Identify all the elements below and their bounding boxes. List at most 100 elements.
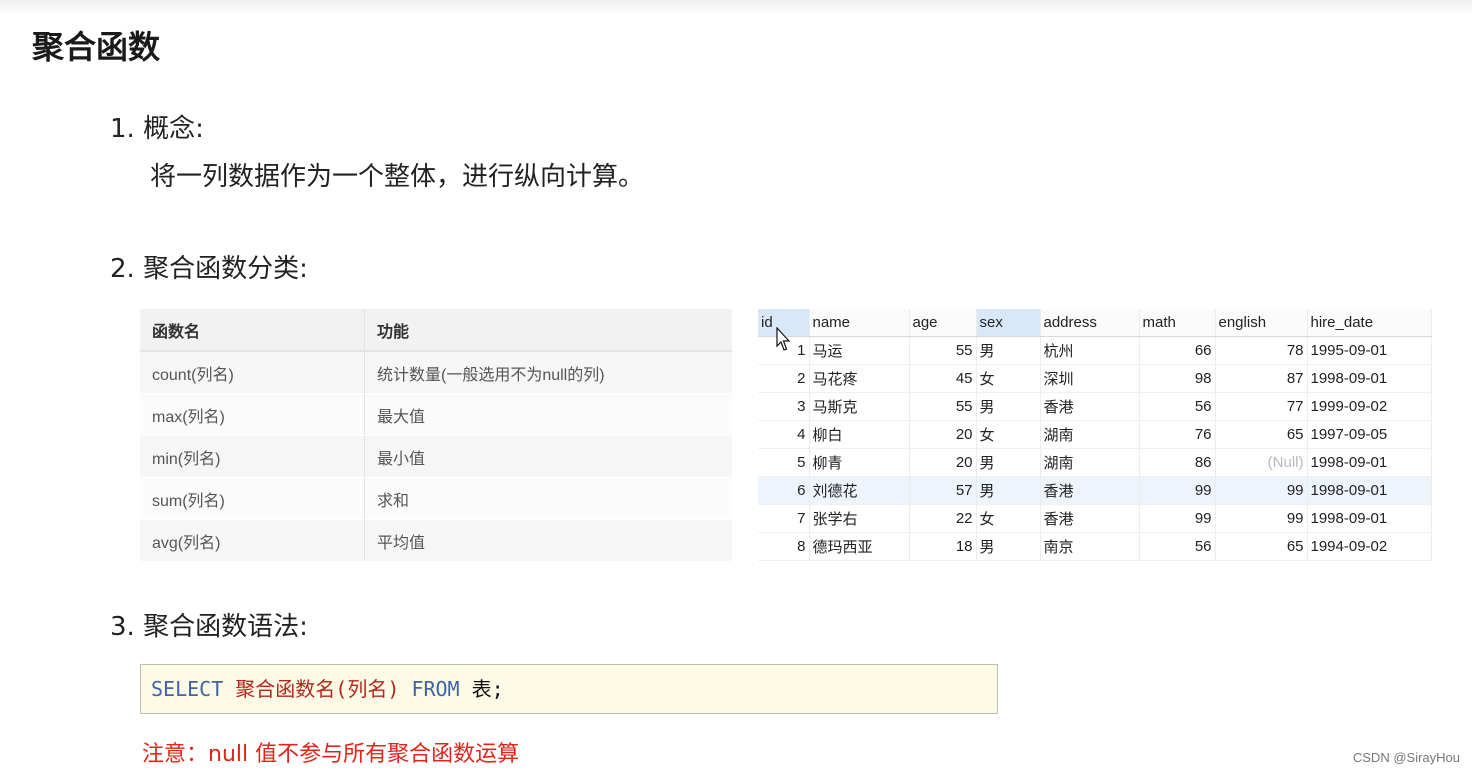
function-purpose-cell: 最小值	[364, 435, 732, 478]
cell-sex[interactable]: 男	[976, 532, 1041, 561]
function-name-cell: sum(列名)	[140, 477, 365, 520]
cell-math[interactable]: 99	[1139, 476, 1216, 505]
cell-age[interactable]: 20	[909, 420, 977, 449]
cell-hire-date[interactable]: 1995-09-01	[1307, 336, 1432, 365]
cell-id[interactable]: 3	[758, 392, 810, 421]
function-name-cell: max(列名)	[140, 393, 365, 436]
grid-row[interactable]: 4 柳白 20 女 湖南 76 65 1997-09-05	[758, 420, 1432, 449]
cell-english[interactable]: 77	[1215, 392, 1308, 421]
column-header-age[interactable]: age	[909, 309, 977, 337]
grid-row[interactable]: 1 马运 55 男 杭州 66 78 1995-09-01	[758, 336, 1432, 365]
function-table-header: 函数名 功能	[140, 309, 732, 352]
cell-name[interactable]: 马斯克	[809, 392, 910, 421]
sql-keyword-from: FROM	[411, 677, 460, 701]
cell-hire-date[interactable]: 1998-09-01	[1307, 504, 1432, 533]
cell-hire-date[interactable]: 1994-09-02	[1307, 532, 1432, 561]
cell-id[interactable]: 7	[758, 504, 810, 533]
cell-id[interactable]: 2	[758, 364, 810, 393]
grid-header-row: id name age sex address math english hir…	[758, 309, 1432, 337]
cell-sex[interactable]: 男	[976, 476, 1041, 505]
column-header-english[interactable]: english	[1215, 309, 1308, 337]
column-header-sex[interactable]: sex	[976, 309, 1041, 337]
grid-row[interactable]: 7 张学右 22 女 香港 99 99 1998-09-01	[758, 504, 1432, 533]
column-header-math[interactable]: math	[1139, 309, 1216, 337]
grid-row[interactable]: 5 柳青 20 男 湖南 86 (Null) 1998-09-01	[758, 448, 1432, 477]
column-header-hire-date[interactable]: hire_date	[1307, 309, 1432, 337]
cell-address[interactable]: 湖南	[1040, 448, 1140, 477]
mouse-pointer-icon	[776, 327, 790, 351]
column-header-address[interactable]: address	[1040, 309, 1140, 337]
grid-row[interactable]: 8 德玛西亚 18 男 南京 56 65 1994-09-02	[758, 532, 1432, 561]
cell-name[interactable]: 马花疼	[809, 364, 910, 393]
cell-math[interactable]: 56	[1139, 532, 1216, 561]
grid-row[interactable]: 2 马花疼 45 女 深圳 98 87 1998-09-01	[758, 364, 1432, 393]
function-table: 函数名 功能 count(列名) 统计数量(一般选用不为null的列) max(…	[140, 309, 732, 562]
cell-age[interactable]: 55	[909, 392, 977, 421]
cell-age[interactable]: 57	[909, 476, 977, 505]
grid-row[interactable]: 3 马斯克 55 男 香港 56 77 1999-09-02	[758, 392, 1432, 421]
cell-hire-date[interactable]: 1998-09-01	[1307, 476, 1432, 505]
cell-hire-date[interactable]: 1998-09-01	[1307, 448, 1432, 477]
cell-name[interactable]: 马运	[809, 336, 910, 365]
cell-age[interactable]: 18	[909, 532, 977, 561]
cell-address[interactable]: 南京	[1040, 532, 1140, 561]
cell-sex[interactable]: 女	[976, 504, 1041, 533]
cell-address[interactable]: 香港	[1040, 392, 1140, 421]
cell-math[interactable]: 99	[1139, 504, 1216, 533]
csdn-watermark: CSDN @SirayHou	[1352, 750, 1460, 765]
function-name-cell: count(列名)	[140, 351, 365, 394]
cell-id[interactable]: 4	[758, 420, 810, 449]
function-purpose-cell: 统计数量(一般选用不为null的列)	[364, 351, 732, 394]
cell-address[interactable]: 湖南	[1040, 420, 1140, 449]
cell-english[interactable]: 65	[1215, 420, 1308, 449]
cell-math[interactable]: 56	[1139, 392, 1216, 421]
cell-name[interactable]: 柳青	[809, 448, 910, 477]
cell-address[interactable]: 深圳	[1040, 364, 1140, 393]
section-1-heading: 1. 概念:	[110, 108, 204, 145]
cell-english-null[interactable]: (Null)	[1215, 448, 1308, 477]
concept-description: 将一列数据作为一个整体，进行纵向计算。	[150, 162, 645, 192]
cell-age[interactable]: 22	[909, 504, 977, 533]
cell-name[interactable]: 柳白	[809, 420, 910, 449]
cell-name[interactable]: 德玛西亚	[809, 532, 910, 561]
cell-hire-date[interactable]: 1997-09-05	[1307, 420, 1432, 449]
cell-name[interactable]: 张学右	[809, 504, 910, 533]
cell-hire-date[interactable]: 1998-09-01	[1307, 364, 1432, 393]
section-2-title: 聚合函数分类:	[143, 254, 308, 284]
cell-id[interactable]: 6	[758, 476, 810, 505]
cell-sex[interactable]: 女	[976, 364, 1041, 393]
cell-id[interactable]: 5	[758, 448, 810, 477]
section-3-number: 3.	[110, 612, 135, 642]
cell-age[interactable]: 55	[909, 336, 977, 365]
cell-address[interactable]: 香港	[1040, 476, 1140, 505]
cell-math[interactable]: 98	[1139, 364, 1216, 393]
function-name-cell: avg(列名)	[140, 519, 365, 562]
column-header-name[interactable]: name	[809, 309, 910, 337]
cell-english[interactable]: 87	[1215, 364, 1308, 393]
cell-hire-date[interactable]: 1999-09-02	[1307, 392, 1432, 421]
cell-math[interactable]: 76	[1139, 420, 1216, 449]
cell-english[interactable]: 65	[1215, 532, 1308, 561]
cell-english[interactable]: 99	[1215, 476, 1308, 505]
table-row: count(列名) 统计数量(一般选用不为null的列)	[140, 351, 732, 394]
cell-english[interactable]: 99	[1215, 504, 1308, 533]
cell-sex[interactable]: 女	[976, 420, 1041, 449]
cell-id[interactable]: 8	[758, 532, 810, 561]
cell-age[interactable]: 20	[909, 448, 977, 477]
cell-sex[interactable]: 男	[976, 448, 1041, 477]
function-purpose-cell: 平均值	[364, 519, 732, 562]
sql-table-name: 表;	[471, 677, 504, 701]
cell-age[interactable]: 45	[909, 364, 977, 393]
cell-name[interactable]: 刘德花	[809, 476, 910, 505]
cell-address[interactable]: 杭州	[1040, 336, 1140, 365]
cell-math[interactable]: 86	[1139, 448, 1216, 477]
cell-sex[interactable]: 男	[976, 336, 1041, 365]
cell-address[interactable]: 香港	[1040, 504, 1140, 533]
grid-row-highlighted[interactable]: 6 刘德花 57 男 香港 99 99 1998-09-01	[758, 476, 1432, 505]
cell-math[interactable]: 66	[1139, 336, 1216, 365]
section-3-title: 聚合函数语法:	[143, 612, 308, 642]
table-row: min(列名) 最小值	[140, 435, 732, 478]
function-purpose-cell: 最大值	[364, 393, 732, 436]
cell-english[interactable]: 78	[1215, 336, 1308, 365]
cell-sex[interactable]: 男	[976, 392, 1041, 421]
